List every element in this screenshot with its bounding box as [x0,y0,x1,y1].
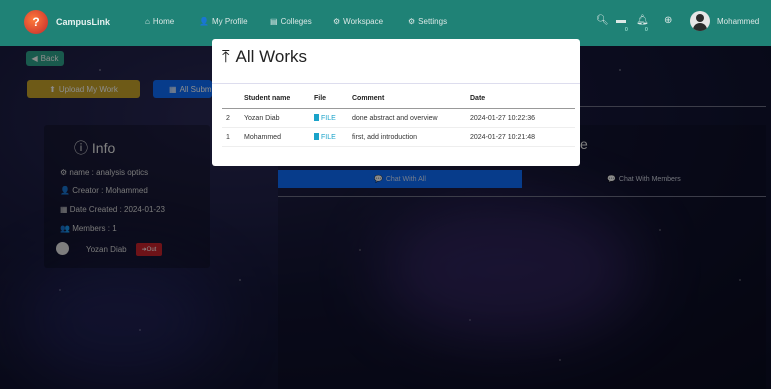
notifications-badge: 0 [645,27,648,33]
row-comment: done abstract and overview [348,108,466,128]
nav-workspace[interactable]: ⚙ Workspace [333,17,383,26]
table-row: 2 Yozan Diab FILE done abstract and over… [222,108,575,128]
column-header-student: Student name [240,89,310,109]
gears-icon: ⚙ [408,17,416,26]
upload-icon: ⤒ [222,47,230,66]
notifications-bell-icon[interactable]: 🔔︎ [636,15,649,26]
nav-my-profile[interactable]: 👤 My Profile [199,17,248,26]
messages-icon[interactable]: ▬ [616,15,626,26]
nav-colleges[interactable]: ▤ Colleges [270,17,312,26]
modal-title: ⤒ All Works [222,47,307,66]
table-row: 1 Mohammed FILE first, add introduction … [222,127,575,147]
column-header-index [222,89,240,109]
file-icon [314,114,319,122]
modal-divider [212,83,580,84]
row-comment: first, add introduction [348,127,466,147]
search-icon[interactable]: 🔍︎ [596,15,609,26]
brand-name[interactable]: CampusLink [56,17,110,27]
works-table: Student name File Comment Date 2 Yozan D… [222,89,575,147]
home-icon: ⌂ [145,17,150,26]
row-index: 2 [222,108,240,128]
file-link[interactable]: FILE [310,108,348,128]
globe-icon[interactable]: ⊕ [664,15,672,26]
all-works-modal: ⤒ All Works Student name File Comment Da… [212,39,580,166]
row-date: 2024-01-27 10:22:36 [466,108,575,128]
building-icon: ▤ [270,17,278,26]
column-header-date: Date [466,89,575,109]
file-link[interactable]: FILE [310,127,348,147]
row-date: 2024-01-27 10:21:48 [466,127,575,147]
nav-home[interactable]: ⌂ Home [145,17,174,26]
messages-badge: 0 [625,27,628,33]
user-icon: 👤 [199,17,209,26]
column-header-comment: Comment [348,89,466,109]
sitemap-icon: ⚙ [333,17,341,26]
row-student: Yozan Diab [240,108,310,128]
file-icon [314,133,319,141]
user-avatar[interactable] [690,11,710,31]
nav-settings[interactable]: ⚙ Settings [408,17,447,26]
row-index: 1 [222,127,240,147]
row-student: Mohammed [240,127,310,147]
column-header-file: File [310,89,348,109]
table-header-row: Student name File Comment Date [222,89,575,109]
user-name[interactable]: Mohammed [717,17,759,26]
campuslink-logo[interactable]: ? [24,10,48,34]
